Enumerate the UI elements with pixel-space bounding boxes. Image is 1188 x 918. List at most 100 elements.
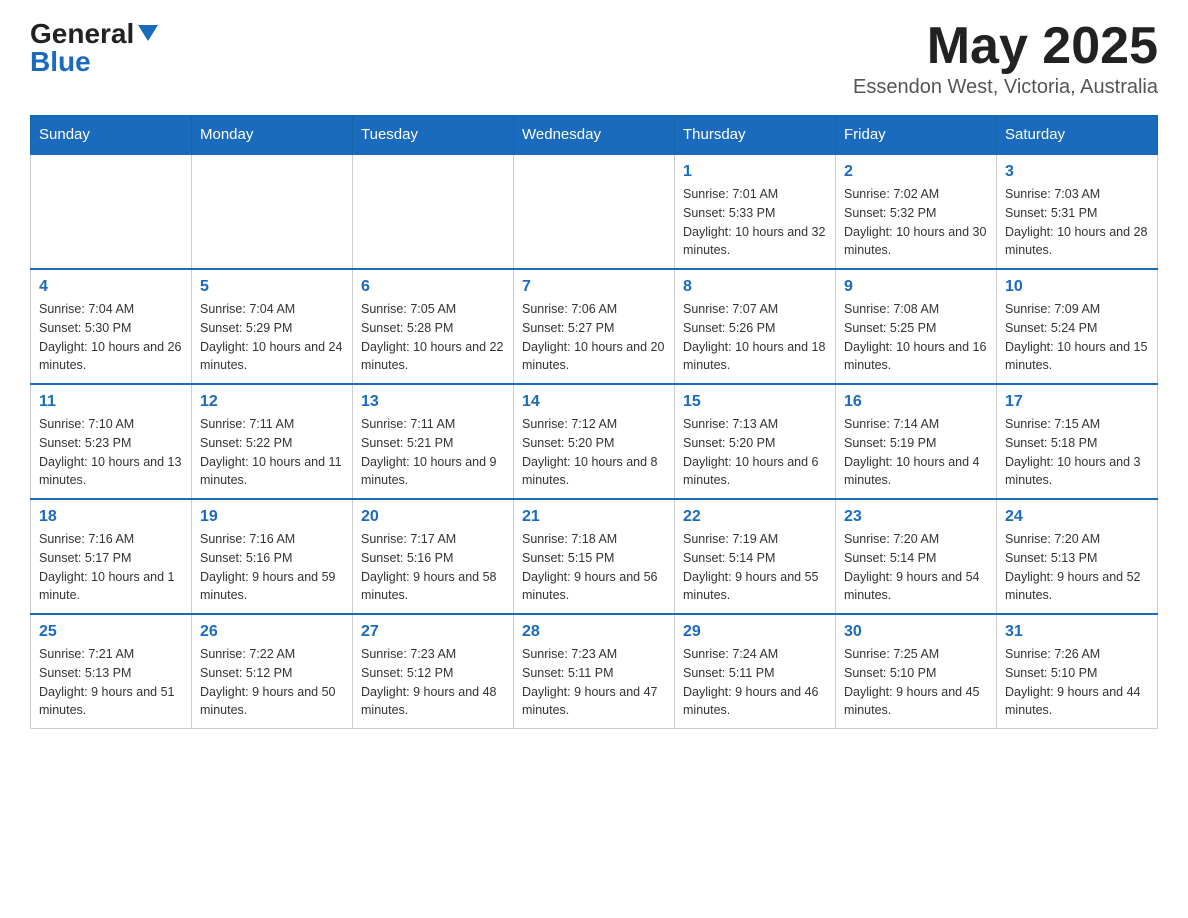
calendar-cell: 26 Sunrise: 7:22 AM Sunset: 5:12 PM Dayli… (192, 614, 353, 729)
day-info: Sunrise: 7:08 AM Sunset: 5:25 PM Dayligh… (844, 300, 988, 375)
day-number: 21 (522, 508, 666, 526)
calendar-cell: 2 Sunrise: 7:02 AM Sunset: 5:32 PM Daylig… (836, 154, 997, 269)
day-info: Sunrise: 7:26 AM Sunset: 5:10 PM Dayligh… (1005, 645, 1149, 720)
day-number: 11 (39, 393, 183, 411)
day-number: 25 (39, 623, 183, 641)
day-info: Sunrise: 7:02 AM Sunset: 5:32 PM Dayligh… (844, 185, 988, 260)
day-number: 26 (200, 623, 344, 641)
day-number: 7 (522, 278, 666, 296)
calendar-cell: 21 Sunrise: 7:18 AM Sunset: 5:15 PM Dayli… (514, 499, 675, 614)
day-number: 19 (200, 508, 344, 526)
day-number: 17 (1005, 393, 1149, 411)
calendar-cell: 15 Sunrise: 7:13 AM Sunset: 5:20 PM Dayli… (675, 384, 836, 499)
calendar-cell: 29Sunrise: 7:24 AM Sunset: 5:11 PM Dayli… (675, 614, 836, 729)
day-info: Sunrise: 7:11 AM Sunset: 5:21 PM Dayligh… (361, 415, 505, 490)
day-number: 2 (844, 163, 988, 181)
day-number: 8 (683, 278, 827, 296)
calendar-cell: 25 Sunrise: 7:21 AM Sunset: 5:13 PM Dayli… (31, 614, 192, 729)
calendar-cell: 8 Sunrise: 7:07 AM Sunset: 5:26 PM Daylig… (675, 269, 836, 384)
calendar-cell: 6Sunrise: 7:05 AM Sunset: 5:28 PM Daylig… (353, 269, 514, 384)
logo: General Blue (30, 20, 158, 76)
day-number: 28 (522, 623, 666, 641)
day-info: Sunrise: 7:03 AM Sunset: 5:31 PM Dayligh… (1005, 185, 1149, 260)
day-number: 23 (844, 508, 988, 526)
day-info: Sunrise: 7:01 AM Sunset: 5:33 PM Dayligh… (683, 185, 827, 260)
day-number: 12 (200, 393, 344, 411)
calendar-cell: 12 Sunrise: 7:11 AM Sunset: 5:22 PM Dayli… (192, 384, 353, 499)
day-info: Sunrise: 7:05 AM Sunset: 5:28 PM Dayligh… (361, 300, 505, 375)
calendar-cell: 30Sunrise: 7:25 AM Sunset: 5:10 PM Dayli… (836, 614, 997, 729)
weekday-header-monday: Monday (192, 116, 353, 155)
logo-triangle-icon (138, 25, 158, 41)
day-number: 14 (522, 393, 666, 411)
title-area: May 2025 Essendon West, Victoria, Austra… (853, 20, 1158, 99)
day-number: 9 (844, 278, 988, 296)
day-number: 20 (361, 508, 505, 526)
calendar-cell: 31 Sunrise: 7:26 AM Sunset: 5:10 PM Dayli… (997, 614, 1158, 729)
day-info: Sunrise: 7:13 AM Sunset: 5:20 PM Dayligh… (683, 415, 827, 490)
day-number: 3 (1005, 163, 1149, 181)
calendar-cell: 16Sunrise: 7:14 AM Sunset: 5:19 PM Dayli… (836, 384, 997, 499)
calendar-week-row: 1 Sunrise: 7:01 AM Sunset: 5:33 PM Daylig… (31, 154, 1158, 269)
day-number: 22 (683, 508, 827, 526)
weekday-header-row: SundayMondayTuesdayWednesdayThursdayFrid… (31, 116, 1158, 155)
day-number: 24 (1005, 508, 1149, 526)
calendar-cell: 18 Sunrise: 7:16 AM Sunset: 5:17 PM Dayli… (31, 499, 192, 614)
weekday-header-saturday: Saturday (997, 116, 1158, 155)
calendar-cell: 24Sunrise: 7:20 AM Sunset: 5:13 PM Dayli… (997, 499, 1158, 614)
calendar-cell (31, 154, 192, 269)
day-number: 31 (1005, 623, 1149, 641)
calendar-cell: 3 Sunrise: 7:03 AM Sunset: 5:31 PM Daylig… (997, 154, 1158, 269)
day-info: Sunrise: 7:04 AM Sunset: 5:30 PM Dayligh… (39, 300, 183, 375)
calendar-cell: 19 Sunrise: 7:16 AM Sunset: 5:16 PM Dayli… (192, 499, 353, 614)
day-number: 27 (361, 623, 505, 641)
calendar-week-row: 18 Sunrise: 7:16 AM Sunset: 5:17 PM Dayli… (31, 499, 1158, 614)
day-info: Sunrise: 7:16 AM Sunset: 5:17 PM Dayligh… (39, 530, 183, 605)
day-info: Sunrise: 7:07 AM Sunset: 5:26 PM Dayligh… (683, 300, 827, 375)
weekday-header-wednesday: Wednesday (514, 116, 675, 155)
page-header: General Blue May 2025 Essendon West, Vic… (30, 20, 1158, 99)
day-number: 1 (683, 163, 827, 181)
day-info: Sunrise: 7:16 AM Sunset: 5:16 PM Dayligh… (200, 530, 344, 605)
day-number: 16 (844, 393, 988, 411)
calendar-cell: 17 Sunrise: 7:15 AM Sunset: 5:18 PM Dayli… (997, 384, 1158, 499)
calendar-cell: 14Sunrise: 7:12 AM Sunset: 5:20 PM Dayli… (514, 384, 675, 499)
weekday-header-tuesday: Tuesday (353, 116, 514, 155)
day-info: Sunrise: 7:15 AM Sunset: 5:18 PM Dayligh… (1005, 415, 1149, 490)
calendar-cell (514, 154, 675, 269)
day-number: 13 (361, 393, 505, 411)
weekday-header-thursday: Thursday (675, 116, 836, 155)
calendar-week-row: 11 Sunrise: 7:10 AM Sunset: 5:23 PM Dayli… (31, 384, 1158, 499)
day-info: Sunrise: 7:10 AM Sunset: 5:23 PM Dayligh… (39, 415, 183, 490)
day-number: 30 (844, 623, 988, 641)
day-number: 18 (39, 508, 183, 526)
calendar-cell: 11 Sunrise: 7:10 AM Sunset: 5:23 PM Dayli… (31, 384, 192, 499)
day-number: 10 (1005, 278, 1149, 296)
day-info: Sunrise: 7:04 AM Sunset: 5:29 PM Dayligh… (200, 300, 344, 375)
weekday-header-sunday: Sunday (31, 116, 192, 155)
calendar-table: SundayMondayTuesdayWednesdayThursdayFrid… (30, 115, 1158, 729)
day-info: Sunrise: 7:19 AM Sunset: 5:14 PM Dayligh… (683, 530, 827, 605)
day-info: Sunrise: 7:17 AM Sunset: 5:16 PM Dayligh… (361, 530, 505, 605)
calendar-cell: 5Sunrise: 7:04 AM Sunset: 5:29 PM Daylig… (192, 269, 353, 384)
calendar-cell: 7 Sunrise: 7:06 AM Sunset: 5:27 PM Daylig… (514, 269, 675, 384)
day-info: Sunrise: 7:21 AM Sunset: 5:13 PM Dayligh… (39, 645, 183, 720)
calendar-cell: 4 Sunrise: 7:04 AM Sunset: 5:30 PM Daylig… (31, 269, 192, 384)
day-info: Sunrise: 7:18 AM Sunset: 5:15 PM Dayligh… (522, 530, 666, 605)
calendar-cell: 20 Sunrise: 7:17 AM Sunset: 5:16 PM Dayli… (353, 499, 514, 614)
calendar-cell: 27Sunrise: 7:23 AM Sunset: 5:12 PM Dayli… (353, 614, 514, 729)
day-info: Sunrise: 7:11 AM Sunset: 5:22 PM Dayligh… (200, 415, 344, 490)
calendar-cell: 13 Sunrise: 7:11 AM Sunset: 5:21 PM Dayli… (353, 384, 514, 499)
day-number: 4 (39, 278, 183, 296)
calendar-week-row: 4 Sunrise: 7:04 AM Sunset: 5:30 PM Daylig… (31, 269, 1158, 384)
day-number: 29 (683, 623, 827, 641)
day-info: Sunrise: 7:06 AM Sunset: 5:27 PM Dayligh… (522, 300, 666, 375)
logo-general-text: General (30, 20, 134, 48)
calendar-cell: 28Sunrise: 7:23 AM Sunset: 5:11 PM Dayli… (514, 614, 675, 729)
calendar-cell: 10 Sunrise: 7:09 AM Sunset: 5:24 PM Dayli… (997, 269, 1158, 384)
calendar-cell: 1 Sunrise: 7:01 AM Sunset: 5:33 PM Daylig… (675, 154, 836, 269)
day-number: 15 (683, 393, 827, 411)
day-info: Sunrise: 7:22 AM Sunset: 5:12 PM Dayligh… (200, 645, 344, 720)
calendar-cell: 9 Sunrise: 7:08 AM Sunset: 5:25 PM Daylig… (836, 269, 997, 384)
day-info: Sunrise: 7:09 AM Sunset: 5:24 PM Dayligh… (1005, 300, 1149, 375)
